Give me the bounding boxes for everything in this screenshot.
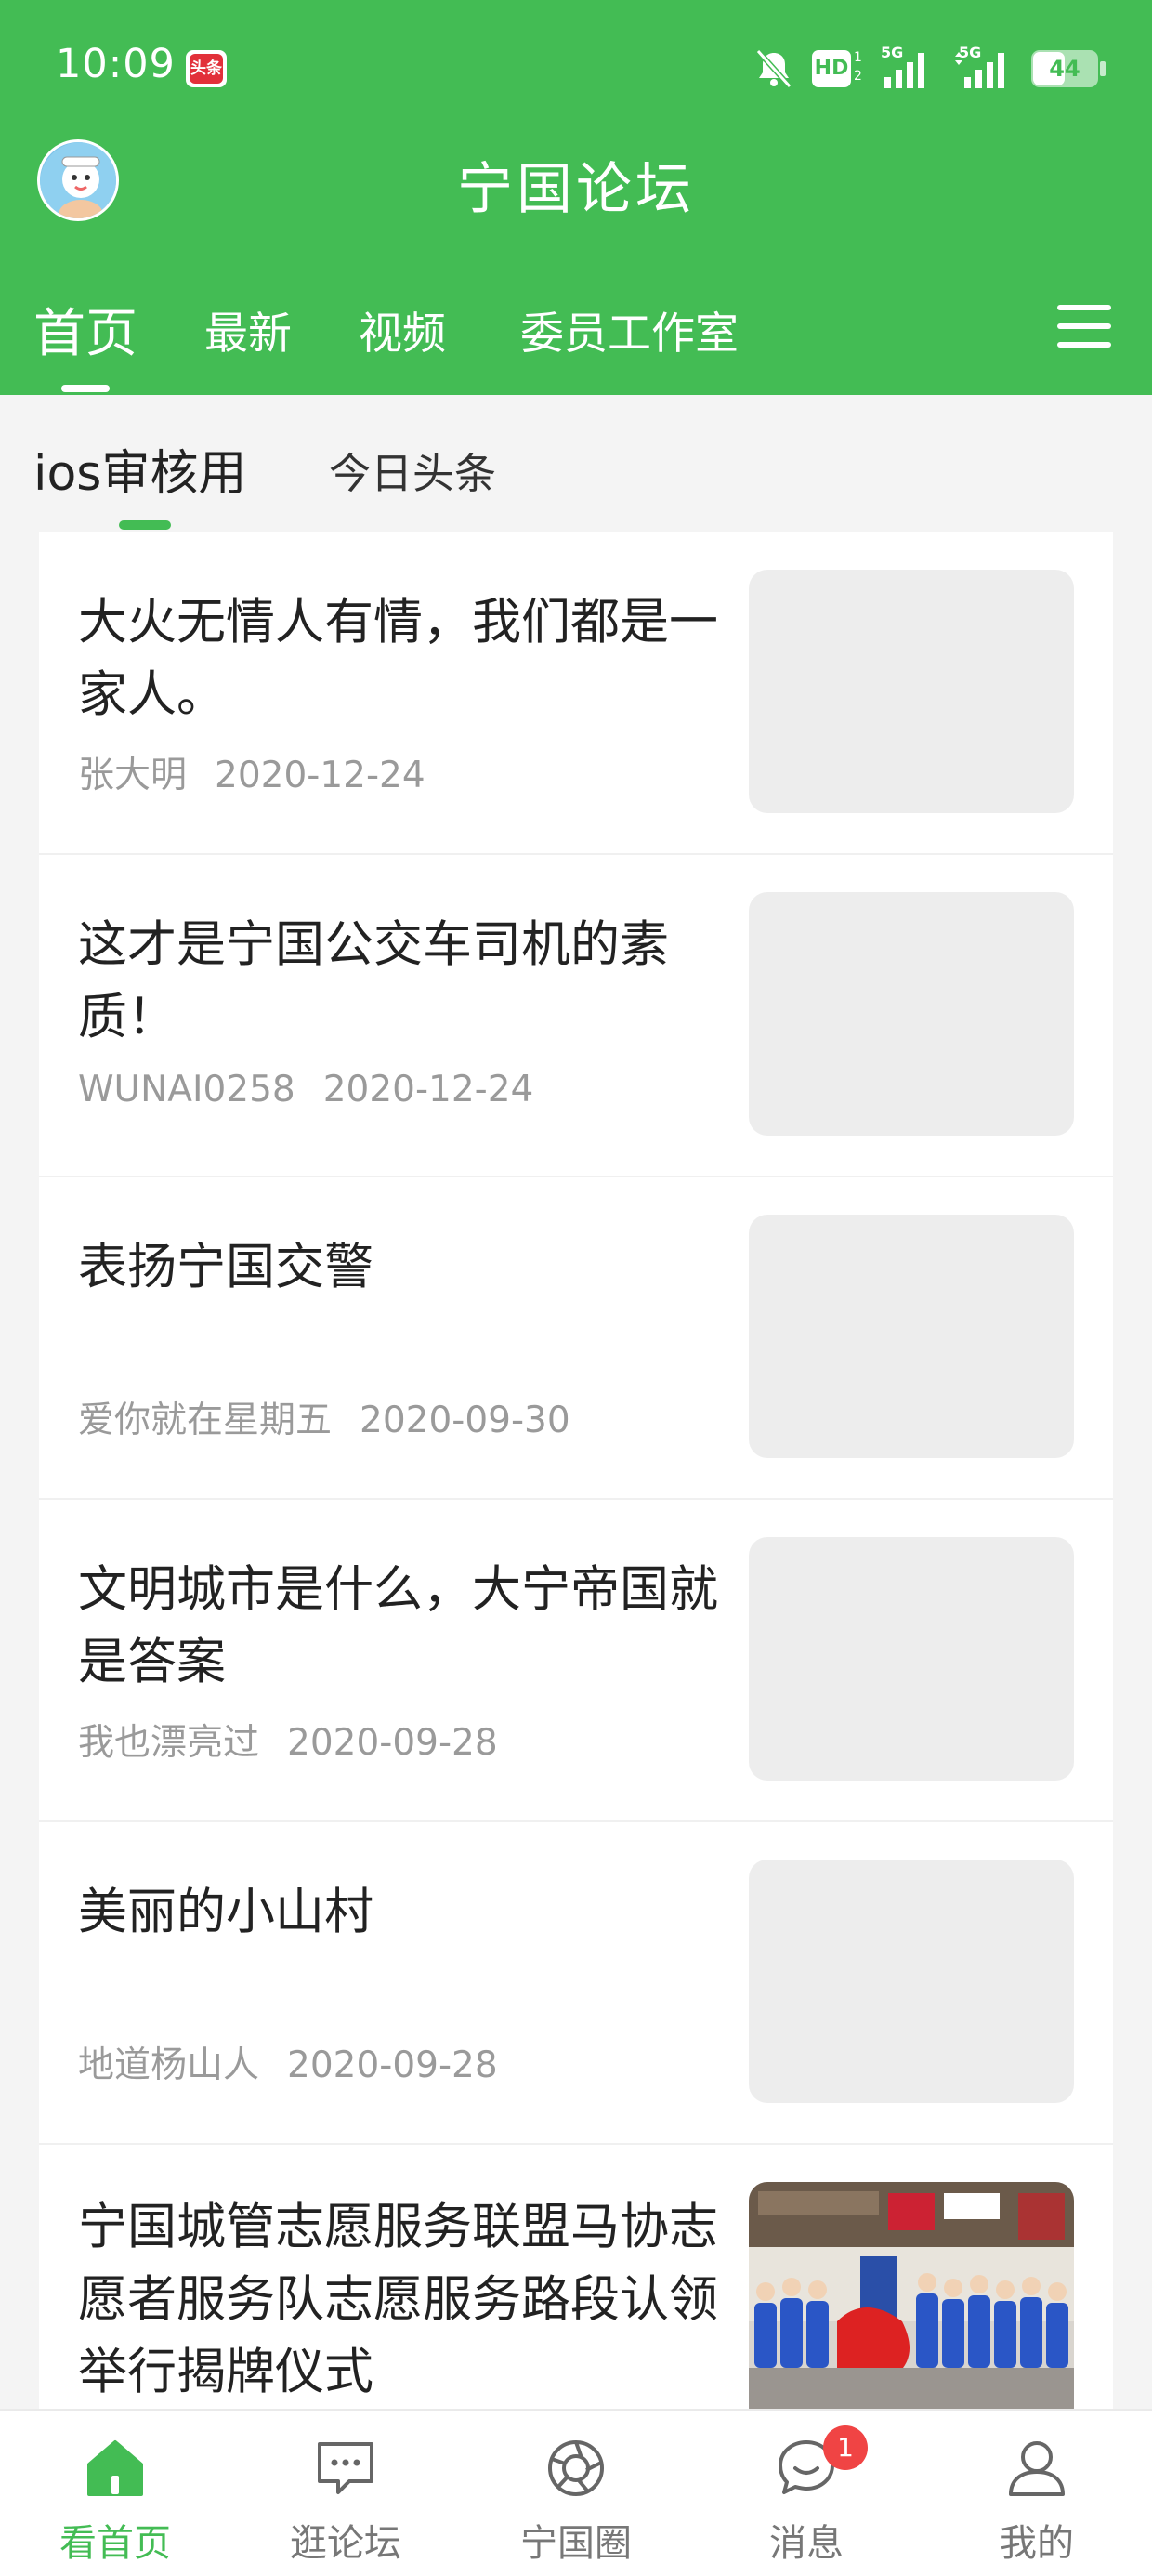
list-item[interactable]: 表扬宁国交警 爱你就在星期五 2020-09-30 <box>39 1177 1113 1500</box>
article-thumbnail <box>749 570 1074 813</box>
tab-video[interactable]: 视频 <box>359 297 446 361</box>
nav-home[interactable]: 看首页 <box>0 2411 230 2576</box>
list-item[interactable]: 大火无情人有情，我们都是一家人。 张大明 2020-12-24 <box>39 532 1113 855</box>
subtab-ios-review[interactable]: ios审核用 <box>33 434 246 504</box>
bottom-navigation: 看首页 逛论坛 宁国圈 1 消息 我的 <box>0 2409 1152 2576</box>
list-item[interactable]: 宁国城管志愿服务联盟马协志愿者服务队志愿服务路段认领举行揭牌仪式 <box>39 2145 1113 2410</box>
nav-forum[interactable]: 逛论坛 <box>230 2411 461 2576</box>
article-meta: WUNAI0258 2020-12-24 <box>78 1069 533 1111</box>
article-title: 宁国城管志愿服务联盟马协志愿者服务队志愿服务路段认领举行揭牌仪式 <box>78 2199 718 2400</box>
article-thumbnail <box>749 1537 1074 1781</box>
article-date: 2020-09-28 <box>287 1722 498 1764</box>
tab-latest[interactable]: 最新 <box>204 297 292 361</box>
camera-shutter-icon <box>548 2440 604 2496</box>
subtab-active-indicator <box>119 520 171 530</box>
article-date: 2020-12-24 <box>215 755 425 796</box>
chat-box-icon <box>318 2442 373 2494</box>
article-author: 地道杨山人 <box>78 2044 260 2086</box>
article-photo-thumbnail <box>749 2182 1074 2410</box>
battery-level: 44 <box>1049 56 1080 82</box>
article-meta: 爱你就在星期五 2020-09-30 <box>78 1391 570 1443</box>
article-title: 文明城市是什么，大宁帝国就是答案 <box>78 1561 718 1690</box>
article-meta: 张大明 2020-12-24 <box>78 746 425 798</box>
article-date: 2020-12-24 <box>322 1069 534 1111</box>
list-item[interactable]: 文明城市是什么，大宁帝国就是答案 我也漂亮过 2020-09-28 <box>39 1500 1113 1822</box>
home-icon <box>87 2440 143 2496</box>
hd-icon: HD 12 <box>812 48 864 89</box>
article-author: 张大明 <box>78 755 188 796</box>
article-meta: 地道杨山人 2020-09-28 <box>78 2036 498 2088</box>
article-thumbnail <box>749 1215 1074 1458</box>
menu-icon[interactable] <box>1057 303 1111 349</box>
volunteer-ceremony-photo <box>749 2182 1074 2410</box>
article-author: WUNAI0258 <box>78 1069 295 1111</box>
article-list: 大火无情人有情，我们都是一家人。 张大明 2020-12-24 这才是宁国公交车司… <box>39 532 1113 2410</box>
list-item[interactable]: 美丽的小山村 地道杨山人 2020-09-28 <box>39 1822 1113 2145</box>
status-time: 10:09 <box>56 41 176 87</box>
battery-icon: 44 <box>1031 50 1106 87</box>
article-title: 表扬宁国交警 <box>78 1239 373 1295</box>
status-icons: HD 12 5G 5G 44 <box>753 44 1106 93</box>
article-title: 这才是宁国公交车司机的素质！ <box>78 916 669 1045</box>
sub-tab-bar: ios审核用 今日头条 <box>0 395 1152 532</box>
nav-home-label: 看首页 <box>59 2522 171 2565</box>
nav-messages[interactable]: 1 消息 <box>691 2411 922 2576</box>
list-item[interactable]: 这才是宁国公交车司机的素质！ WUNAI0258 2020-12-24 <box>39 855 1113 1177</box>
message-count-badge: 1 <box>823 2425 868 2470</box>
tab-active-indicator <box>61 385 110 392</box>
hd-label: HD <box>812 50 851 87</box>
top-tab-bar: 首页 最新 视频 委员工作室 <box>0 288 1152 392</box>
signal-2-icon: 5G <box>953 44 1015 90</box>
nav-circle-label: 宁国圈 <box>520 2522 632 2565</box>
article-author: 爱你就在星期五 <box>78 1400 333 1441</box>
nav-messages-label: 消息 <box>769 2522 844 2565</box>
status-bar: 10:09 头条 HD 12 5G 5G 44 <box>0 0 1152 139</box>
user-icon <box>1009 2441 1065 2496</box>
mute-bell-icon <box>755 48 792 89</box>
article-thumbnail <box>749 892 1074 1136</box>
nav-forum-label: 逛论坛 <box>290 2522 401 2565</box>
article-author: 我也漂亮过 <box>78 1722 260 1764</box>
tab-committee-studio[interactable]: 委员工作室 <box>520 297 739 361</box>
article-meta: 我也漂亮过 2020-09-28 <box>78 1714 498 1766</box>
toutiao-notification-icon: 头条 <box>186 50 227 87</box>
nav-profile-label: 我的 <box>1000 2522 1074 2565</box>
toutiao-badge-label: 头条 <box>190 54 223 84</box>
nav-profile[interactable]: 我的 <box>922 2411 1152 2576</box>
article-title: 美丽的小山村 <box>78 1884 373 1940</box>
article-date: 2020-09-30 <box>360 1400 570 1441</box>
article-title: 大火无情人有情，我们都是一家人。 <box>78 594 718 723</box>
subtab-today-headlines[interactable]: 今日头条 <box>329 440 496 500</box>
signal-1-icon: 5G <box>881 44 936 90</box>
article-thumbnail <box>749 1860 1074 2103</box>
app-header: 10:09 头条 HD 12 5G 5G 44 宁国论坛 首页 最新 视频 委员… <box>0 0 1152 395</box>
app-title: 宁国论坛 <box>457 157 695 222</box>
article-date: 2020-09-28 <box>287 2044 498 2086</box>
tab-home[interactable]: 首页 <box>33 292 137 367</box>
nav-circle[interactable]: 宁国圈 <box>461 2411 691 2576</box>
